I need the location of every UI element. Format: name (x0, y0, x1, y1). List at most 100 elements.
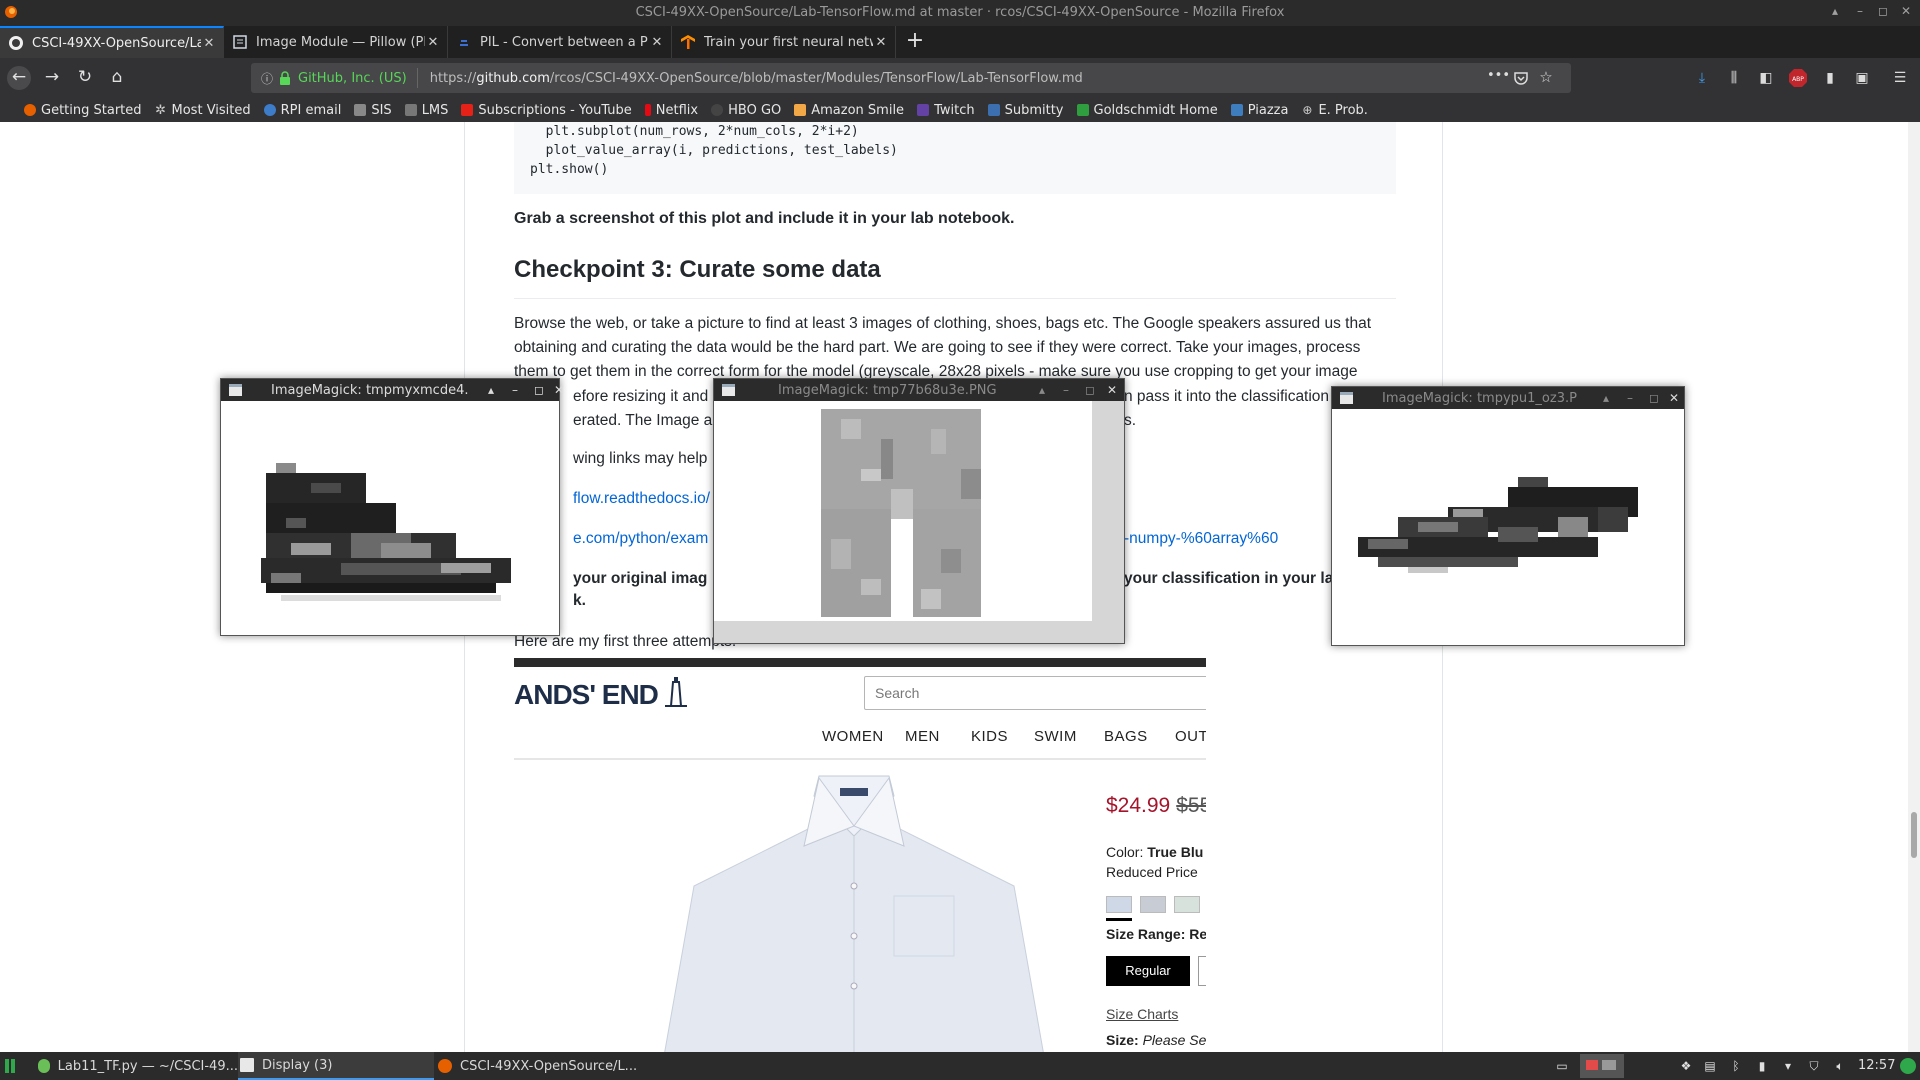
window-close-button[interactable]: ✕ (1898, 4, 1914, 20)
pocket-icon[interactable] (1513, 70, 1529, 86)
window-close-button[interactable]: ✕ (1666, 390, 1682, 406)
tab-stackoverflow[interactable]: PIL - Convert between a PI ✕ (448, 26, 672, 58)
bookmark-label: Piazza (1247, 102, 1289, 118)
doc-link-example[interactable]: e.com/python/exam (573, 530, 708, 548)
window-close-button[interactable]: ✕ (551, 382, 567, 398)
bookmark-e-prob[interactable]: ⊕ E. Prob. (1301, 103, 1368, 118)
workspace-switcher[interactable] (1580, 1054, 1624, 1078)
pixelated-sneaker-image (1358, 477, 1638, 573)
library-icon[interactable]: ⫼ (1724, 68, 1744, 88)
window-close-button[interactable]: ✕ (1104, 382, 1120, 398)
imagemagick-titlebar[interactable]: ImageMagick: tmpypu1_oz3.P ▴ – ◻ ✕ (1332, 387, 1684, 409)
app-menu-icon[interactable] (4, 1058, 20, 1074)
scrollbar-thumb[interactable] (1911, 812, 1917, 858)
window-minimize-icon[interactable]: ▴ (1827, 4, 1843, 20)
imagemagick-window-boot[interactable]: ImageMagick: tmpmyxmcde4. ▴ – ◻ ✕ (220, 378, 564, 636)
code-line: plt.show() (530, 162, 609, 177)
window-maximize-button[interactable]: ◻ (531, 382, 547, 398)
instructions-paragraph: Browse the web, or take a picture to fin… (514, 312, 1396, 384)
shop-logo: ANDS' END (514, 676, 687, 711)
bookmark-goldschmidt[interactable]: Goldschmidt Home (1076, 103, 1218, 118)
bookmark-getting-started[interactable]: Getting Started (24, 103, 142, 118)
tab-github[interactable]: CSCI-49XX-OpenSource/La ✕ (0, 26, 224, 58)
new-tab-button[interactable]: + (902, 29, 928, 55)
doc-link-readthedocs[interactable]: flow.readthedocs.io/ (573, 490, 710, 508)
paragraph-fragment: s. (1124, 412, 1137, 429)
page-actions-button[interactable]: ••• (1487, 68, 1510, 83)
imagemagick-window-sneaker[interactable]: ImageMagick: tmpypu1_oz3.P ▴ – ◻ ✕ (1331, 386, 1685, 646)
window-minimize-button[interactable]: – (1622, 390, 1638, 406)
tray-window-icon[interactable]: ▭ (1554, 1058, 1570, 1074)
bookmark-sis[interactable]: SIS (354, 103, 392, 118)
bookmark-rpi-email[interactable]: RPI email (263, 103, 341, 118)
bookmark-piazza[interactable]: Piazza (1230, 102, 1289, 118)
tab-pillow[interactable]: Image Module — Pillow (PI ✕ (224, 26, 448, 58)
bookmark-star-icon[interactable]: ☆ (1538, 68, 1554, 86)
taskbar-item-firefox[interactable]: CSCI-49XX-OpenSource/L... (438, 1052, 638, 1080)
url-bar[interactable]: ⓘ GitHub, Inc. (US) https://github.com/r… (251, 63, 1571, 93)
imagemagick-window-trousers[interactable]: ImageMagick: tmp77b68u3e.PNG ▴ – ◻ ✕ (713, 378, 1125, 644)
bookmark-youtube[interactable]: Subscriptions - YouTube (461, 103, 632, 118)
terminal-icon[interactable]: ▤ (1702, 1058, 1718, 1074)
window-minimize-button[interactable]: – (1852, 4, 1868, 20)
bookmark-most-visited[interactable]: ✲ Most Visited (155, 103, 251, 118)
imagemagick-titlebar[interactable]: ImageMagick: tmp77b68u3e.PNG ▴ – ◻ ✕ (714, 379, 1124, 401)
window-shade-button[interactable]: ▴ (1598, 390, 1614, 406)
bluetooth-icon[interactable]: ᛒ (1728, 1058, 1744, 1074)
clock[interactable]: 12:57 (1858, 1058, 1895, 1073)
bookmark-netflix[interactable]: Netflix (644, 103, 698, 118)
submitty-icon (987, 104, 1000, 116)
extension-icon[interactable]: ▣ (1852, 68, 1872, 88)
lighthouse-icon (664, 677, 687, 707)
tab-close-icon[interactable]: ✕ (201, 36, 217, 51)
page-scrollbar[interactable] (1908, 122, 1920, 1052)
adblock-icon[interactable]: ABP (1788, 68, 1808, 88)
forward-button[interactable]: → (40, 66, 64, 90)
tab-close-icon[interactable]: ✕ (425, 35, 441, 50)
volume-icon[interactable]: 🔈︎ (1832, 1058, 1848, 1074)
hbo-icon (711, 104, 724, 116)
tab-tensorflow[interactable]: Train your first neural netw ✕ (672, 26, 896, 58)
window-minimize-button[interactable]: – (1058, 382, 1074, 398)
taskbar-item-display[interactable]: Display (3) (238, 1052, 434, 1080)
bookmark-hbo-go[interactable]: HBO GO (711, 103, 781, 118)
tab-close-icon[interactable]: ✕ (649, 35, 665, 50)
email-icon (263, 104, 276, 116)
site-identity[interactable]: GitHub, Inc. (US) (298, 71, 407, 86)
color-swatch (1106, 896, 1132, 913)
bookmarks-toolbar: Getting Started ✲ Most Visited RPI email … (0, 98, 1920, 122)
menu-icon[interactable]: ☰ (1890, 68, 1910, 88)
window-maximize-button[interactable]: ◻ (1875, 4, 1891, 20)
shield-icon[interactable]: ⛉ (1806, 1058, 1822, 1074)
window-maximize-button[interactable]: ◻ (1646, 390, 1662, 406)
back-button[interactable]: ← (7, 66, 31, 90)
imagemagick-titlebar[interactable]: ImageMagick: tmpmyxmcde4. ▴ – ◻ ✕ (221, 379, 564, 401)
pixelated-boot-image (261, 463, 511, 601)
bookmark-amazon-smile[interactable]: Amazon Smile (794, 103, 904, 118)
notification-icon[interactable] (1900, 1058, 1916, 1074)
window-minimize-button[interactable]: – (507, 382, 523, 398)
taskbar-item-editor[interactable]: Lab11_TF.py — ~/CSCI-49... (38, 1052, 238, 1080)
tab-close-icon[interactable]: ✕ (873, 35, 889, 50)
download-icon[interactable]: ⤓ (1692, 68, 1712, 88)
bookmark-lms[interactable]: LMS (404, 103, 448, 118)
home-button[interactable]: ⌂ (105, 66, 129, 90)
bookmark-twitch[interactable]: Twitch (917, 103, 975, 118)
url-text[interactable]: https://github.com/rcos/CSCI-49XX-OpenSo… (430, 71, 1083, 86)
bookmark-submitty[interactable]: Submitty (987, 103, 1064, 118)
taskbar-label: Display (3) (262, 1057, 333, 1073)
reader-icon[interactable]: ▮ (1820, 68, 1840, 88)
doc-link-numpy-array[interactable]: -numpy-%60array%60 (1124, 530, 1278, 548)
dropbox-icon[interactable]: ❖ (1678, 1058, 1694, 1074)
window-maximize-button[interactable]: ◻ (1082, 382, 1098, 398)
sidebar-icon[interactable]: ◧ (1756, 68, 1776, 88)
wifi-icon[interactable]: ▾ (1780, 1058, 1796, 1074)
paragraph-line: Browse the web, or take a picture to fin… (514, 315, 1372, 332)
window-shade-button[interactable]: ▴ (1034, 382, 1050, 398)
info-icon[interactable]: ⓘ (260, 71, 274, 86)
reload-button[interactable]: ↻ (73, 66, 97, 90)
shop-reduced-price: Reduced Price (1106, 864, 1198, 880)
battery-icon[interactable]: ▮ (1754, 1058, 1770, 1074)
sale-price: $24.99 (1106, 794, 1171, 817)
window-shade-button[interactable]: ▴ (483, 382, 499, 398)
